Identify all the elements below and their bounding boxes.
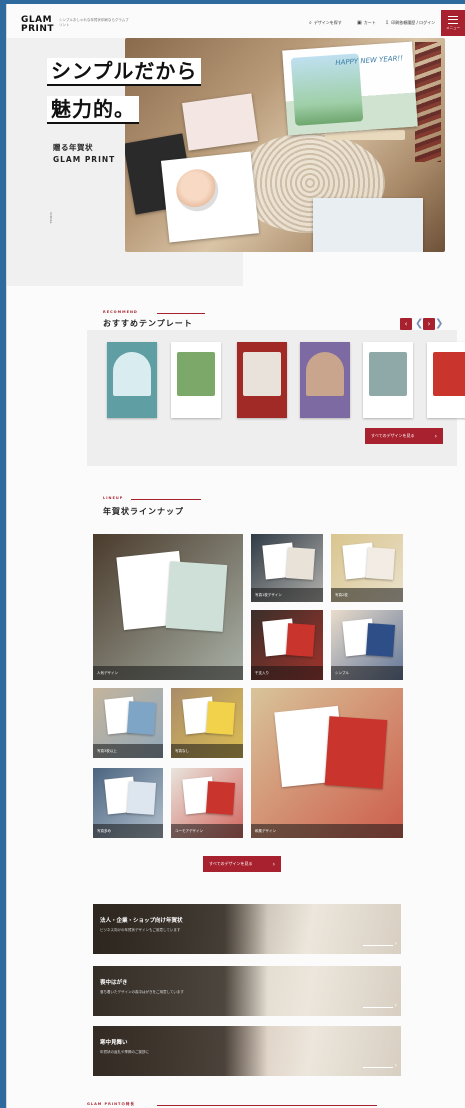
template-card[interactable] (427, 342, 465, 418)
lineup-tile-caption: 干支入り (251, 666, 323, 680)
cta-label: すべてのデザインを見る (209, 861, 253, 866)
lineup-tile[interactable]: 干支入り (251, 610, 323, 680)
banner-title: 寒中見舞い (100, 1040, 128, 1046)
card-thumbnail (205, 701, 236, 736)
hero-card-5 (313, 198, 423, 252)
lineup-tile[interactable]: 人気デザイン (93, 534, 243, 680)
arrow-right-icon (363, 1062, 397, 1069)
recommend-en-label: RECOMMEND (103, 310, 138, 314)
card-thumbnail (165, 561, 228, 633)
template-card[interactable] (107, 342, 157, 418)
nav-login[interactable]: ⇩ 印刷依頼履歴 / ログイン (385, 20, 435, 26)
arrow-right-icon (363, 940, 397, 947)
logo-tagline: シンプルおしゃれな年賀状印刷ならグラムプリント (59, 18, 129, 27)
lineup-tile[interactable]: 和風デザイン (251, 688, 403, 838)
card-thumbnail (324, 716, 388, 789)
search-icon: ⌕ (309, 20, 312, 26)
lineup-tile-caption: 写真多め (93, 824, 163, 838)
card-thumbnail (365, 623, 396, 658)
lineup-tile[interactable]: 写真1枚デザイン (251, 534, 323, 602)
card-thumbnail (126, 701, 156, 736)
template-photo (306, 352, 344, 396)
hero-card-main: HAPPY NEW YEAR!! (282, 41, 418, 136)
menu-button[interactable]: メニュー (441, 10, 465, 36)
template-photo (177, 352, 215, 396)
banner-subtitle: 年賀状の返礼や季節のご挨拶に (100, 1050, 149, 1054)
template-photo (369, 352, 407, 396)
nav-cart[interactable]: ▣ カート (357, 20, 376, 26)
hamburger-icon (448, 15, 458, 24)
carousel-next-button[interactable]: › (423, 318, 435, 330)
hero-card-baby (160, 151, 260, 243)
promo-banner[interactable]: 寒中見舞い年賀状の返礼や季節のご挨拶に (93, 1026, 401, 1076)
lineup-tile-caption: 写真2枚 (331, 588, 403, 602)
baby-photo (174, 167, 221, 214)
nav-label: デザインを探す (313, 20, 342, 25)
user-icon: ⇩ (385, 20, 390, 26)
card-thumbnail (365, 546, 396, 580)
lineup-tile[interactable]: ユーモアデザイン (171, 768, 243, 838)
banner-title: 喪中はがき (100, 980, 128, 986)
chevron-right-icon: › (272, 860, 275, 868)
scroll-indicator: SCROLL (49, 212, 53, 224)
lineup-tile-caption: 和風デザイン (251, 824, 403, 838)
chevron-right-icon: › (434, 432, 437, 440)
logo-line2: PRINT (21, 24, 55, 34)
promo-banner[interactable]: 法人・企業・ショップ向け年賀状 ビジネス向けの年賀状デザインもご用意しています (93, 904, 401, 954)
recommend-view-all-button[interactable]: すべてのデザインを見る › (365, 428, 443, 444)
template-card[interactable] (171, 342, 221, 418)
hero-tagline-2: GLAM PRINT (53, 155, 116, 164)
features-divider (157, 1105, 377, 1106)
lineup-view-all-button[interactable]: すべてのデザインを見る › (203, 856, 281, 872)
lineup-tile[interactable]: 写真なし (171, 688, 243, 758)
template-card[interactable] (237, 342, 287, 418)
template-card[interactable] (363, 342, 413, 418)
cta-label: すべてのデザインを見る (371, 433, 415, 438)
nav-search-design[interactable]: ⌕ デザインを探す (309, 20, 342, 26)
logo[interactable]: GLAM PRINT (21, 16, 54, 34)
card-thumbnail (126, 781, 156, 816)
nav-label: 印刷依頼履歴 / ログイン (391, 20, 436, 25)
card-thumbnail (285, 546, 316, 580)
banner-subtitle: ビジネス向けの年賀状デザインもご用意しています (100, 928, 181, 932)
lineup-tile-caption: 写真なし (171, 744, 243, 758)
lineup-title: 年賀状ラインナップ (103, 507, 184, 516)
hero-tagline-1: 贈る年賀状 (53, 143, 93, 152)
nav-label: カート (363, 20, 376, 25)
template-photo (243, 352, 281, 396)
lineup-divider (131, 499, 201, 500)
hero-title-line1: シンプルだから (47, 58, 202, 86)
arrow-right-icon (363, 1002, 397, 1009)
lineup-tile-caption: ユーモアデザイン (171, 824, 243, 838)
lineup-tile-caption: 写真1枚デザイン (251, 588, 323, 602)
lineup-tile[interactable]: 写真2枚 (331, 534, 403, 602)
recommend-divider (157, 313, 205, 314)
page-frame: GLAM PRINT シンプルおしゃれな年賀状印刷ならグラムプリント ⌕ デザイ… (6, 4, 465, 1108)
lineup-en-label: LINEUP (103, 496, 124, 500)
features-heading: GLAM PRINTの特長 (87, 1102, 135, 1106)
hero-title-line2: 魅力的。 (47, 96, 139, 124)
promo-banner[interactable]: 喪中はがき落ち着いたデザインの喪中はがきをご用意しています (93, 966, 401, 1016)
lineup-tile[interactable]: 写真3枚以上 (93, 688, 163, 758)
lineup-tile-caption: 人気デザイン (93, 666, 243, 680)
template-photo (113, 352, 151, 396)
carousel-prev-button[interactable]: ‹ (400, 318, 412, 330)
lineup-tile[interactable]: シンプル (331, 610, 403, 680)
lineup-tile-caption: シンプル (331, 666, 403, 680)
card-thumbnail (285, 623, 316, 658)
carousel-next-icon: ❯ (435, 318, 444, 329)
dried-leaves (415, 42, 441, 162)
cart-icon: ▣ (357, 20, 362, 26)
template-photo (433, 352, 465, 396)
banner-title: 法人・企業・ショップ向け年賀状 (100, 918, 183, 924)
lineup-tile-caption: 写真3枚以上 (93, 744, 163, 758)
hero-card-2 (182, 93, 258, 151)
recommend-title: おすすめテンプレート (103, 319, 193, 328)
lineup-tile[interactable]: 写真多め (93, 768, 163, 838)
card-thumbnail (205, 781, 236, 816)
template-card[interactable] (300, 342, 350, 418)
banner-subtitle: 落ち着いたデザインの喪中はがきをご用意しています (100, 990, 184, 994)
menu-label: メニュー (446, 25, 460, 30)
